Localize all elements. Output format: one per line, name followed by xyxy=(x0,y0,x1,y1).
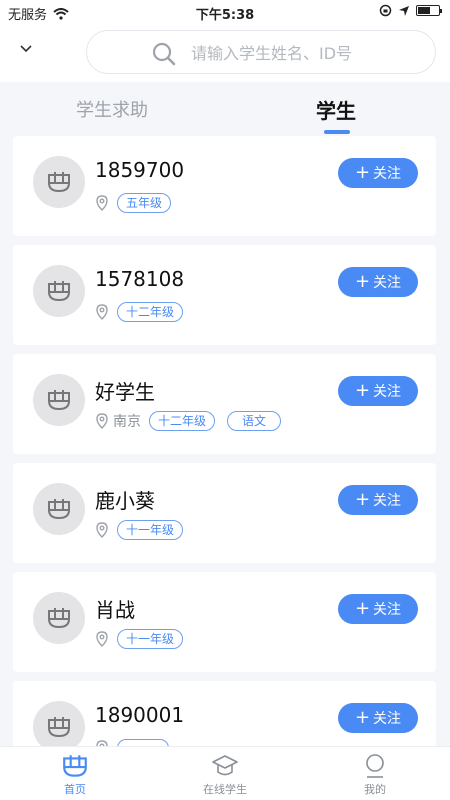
nav-online-label: 在线学生 xyxy=(203,783,247,796)
search-header xyxy=(0,24,450,82)
student-name: 鹿小葵 xyxy=(95,489,155,513)
avatar-logo-icon xyxy=(48,499,70,520)
user-icon xyxy=(366,754,384,778)
student-card[interactable]: 好学生 南京 十二年级 语文 + 关注 xyxy=(13,354,436,454)
student-card[interactable]: 1859700 五年级 + 关注 xyxy=(13,136,436,236)
follow-label: 关注 xyxy=(373,602,402,618)
avatar xyxy=(33,374,85,426)
grade-tag: 十一年级 xyxy=(117,520,184,540)
student-name: 肖战 xyxy=(95,598,135,622)
nav-home[interactable]: 首页 xyxy=(15,751,135,797)
follow-label: 关注 xyxy=(373,275,402,291)
location-pin-icon xyxy=(96,631,108,647)
subject-tag: 语文 xyxy=(227,411,282,431)
follow-button[interactable]: + 关注 xyxy=(338,376,418,406)
avatar xyxy=(33,483,85,535)
avatar xyxy=(33,156,85,208)
battery-icon xyxy=(416,5,442,16)
follow-label: 关注 xyxy=(373,493,402,509)
student-name: 好学生 xyxy=(95,380,155,404)
plus-icon: + xyxy=(354,380,371,401)
tab-bar: 学生求助 学生 xyxy=(0,82,450,136)
avatar xyxy=(33,592,85,644)
plus-icon: + xyxy=(354,271,371,292)
plus-icon: + xyxy=(354,162,371,183)
follow-label: 关注 xyxy=(373,384,402,400)
grade-tag: 十二年级 xyxy=(149,411,216,431)
avatar-logo-icon xyxy=(48,172,70,193)
location-arrow-icon xyxy=(399,5,409,16)
location-pin-icon xyxy=(96,195,108,211)
avatar xyxy=(33,265,85,317)
follow-button[interactable]: + 关注 xyxy=(338,594,418,624)
grade-tag: 十二年级 xyxy=(117,302,184,322)
avatar-logo-icon xyxy=(48,717,70,738)
student-card[interactable]: 肖战 十一年级 + 关注 xyxy=(13,572,436,672)
avatar-logo-icon xyxy=(48,390,70,411)
plus-icon: + xyxy=(354,489,371,510)
active-tab-indicator xyxy=(324,130,350,134)
location-pin-icon xyxy=(96,522,108,538)
search-icon xyxy=(152,42,176,66)
student-name: 1859700 xyxy=(95,158,185,182)
search-input[interactable] xyxy=(191,41,421,65)
student-card[interactable]: 1578108 十二年级 + 关注 xyxy=(13,245,436,345)
home-icon xyxy=(63,755,87,777)
plus-icon: + xyxy=(354,598,371,619)
graduation-cap-icon xyxy=(212,755,238,776)
plus-icon: + xyxy=(354,707,371,728)
tab-student-help[interactable]: 学生求助 xyxy=(76,96,148,122)
nav-online-students[interactable]: 在线学生 xyxy=(165,751,285,797)
avatar-logo-icon xyxy=(48,608,70,629)
location-pin-icon xyxy=(96,304,108,320)
status-bar: 无服务 下午5:38 xyxy=(0,0,450,24)
location-pin-icon xyxy=(96,413,108,429)
student-card[interactable]: 鹿小葵 十一年级 + 关注 xyxy=(13,463,436,563)
student-name: 1890001 xyxy=(95,703,185,727)
grade-tag: 五年级 xyxy=(117,193,172,213)
bottom-nav: 首页 在线学生 我的 xyxy=(0,746,450,800)
chevron-down-icon[interactable] xyxy=(18,40,34,56)
nav-mine[interactable]: 我的 xyxy=(315,751,435,797)
student-name: 1578108 xyxy=(95,267,185,291)
avatar-logo-icon xyxy=(48,281,70,302)
student-city: 南京 xyxy=(113,414,141,430)
search-box[interactable] xyxy=(86,30,436,74)
nav-mine-label: 我的 xyxy=(364,783,386,796)
nav-home-label: 首页 xyxy=(64,783,86,796)
rotation-lock-icon xyxy=(379,4,392,17)
follow-button[interactable]: + 关注 xyxy=(338,267,418,297)
follow-button[interactable]: + 关注 xyxy=(338,485,418,515)
grade-tag: 十一年级 xyxy=(117,629,184,649)
follow-label: 关注 xyxy=(373,711,402,727)
tab-students[interactable]: 学生 xyxy=(316,95,356,124)
follow-button[interactable]: + 关注 xyxy=(338,158,418,188)
follow-label: 关注 xyxy=(373,166,402,182)
follow-button[interactable]: + 关注 xyxy=(338,703,418,733)
